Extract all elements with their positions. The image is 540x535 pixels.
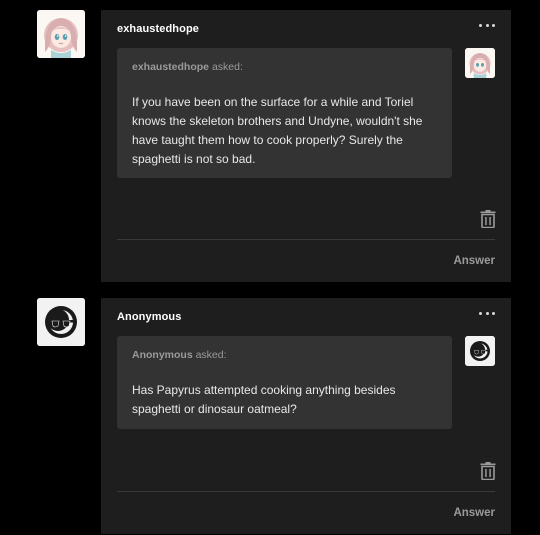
asker-line: Anonymous asked:: [132, 349, 437, 361]
trash-icon[interactable]: [480, 210, 496, 229]
answer-button[interactable]: Answer: [453, 507, 495, 519]
asker-name[interactable]: exhaustedhope: [132, 61, 209, 73]
ellipsis-icon[interactable]: [479, 20, 495, 30]
ask-bubble: exhaustedhope asked: If you have been on…: [117, 48, 452, 178]
answer-button[interactable]: Answer: [453, 255, 495, 267]
question-text: If you have been on the surface for a wh…: [132, 95, 423, 166]
ask-bubble: Anonymous asked: Has Papyrus attempted c…: [117, 336, 452, 429]
trash-icon[interactable]: [480, 462, 496, 481]
asked-label: asked:: [209, 61, 243, 73]
post-username[interactable]: exhaustedhope: [117, 23, 199, 35]
asked-label: asked:: [192, 349, 227, 361]
anonymous-sunglasses-avatar-icon: [37, 298, 85, 346]
ask-post-2: Anonymous Anonymous asked: Has Papyrus a…: [101, 298, 511, 534]
asker-name: Anonymous: [132, 349, 193, 361]
ellipsis-icon[interactable]: [479, 308, 495, 318]
anime-girl-avatar-icon: [465, 48, 495, 78]
avatar-anonymous[interactable]: [37, 298, 85, 346]
anime-girl-avatar-icon: [37, 10, 85, 58]
anonymous-sunglasses-avatar-icon: [465, 336, 495, 366]
question-text: Has Papyrus attempted cooking anything b…: [132, 383, 396, 416]
asker-line: exhaustedhope asked:: [132, 61, 437, 73]
asker-mini-avatar: [465, 336, 495, 366]
divider: [117, 239, 495, 240]
avatar-exhaustedhope[interactable]: [37, 10, 85, 58]
post-username[interactable]: Anonymous: [117, 311, 181, 323]
divider: [117, 491, 495, 492]
ask-post-1: exhaustedhope exhaustedhope asked: If yo…: [101, 10, 511, 282]
asker-mini-avatar[interactable]: [465, 48, 495, 78]
